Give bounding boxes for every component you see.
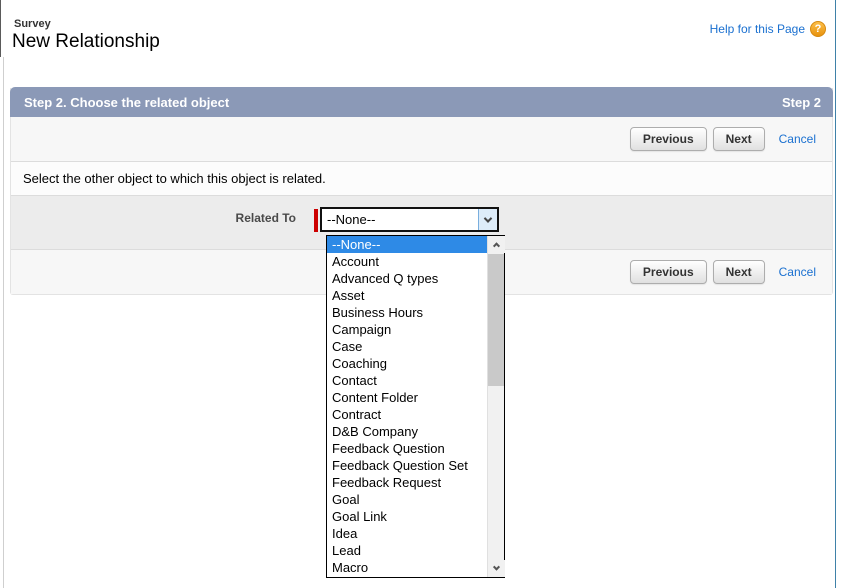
top-button-row: Previous Next Cancel (11, 117, 832, 162)
chevron-down-icon[interactable] (488, 560, 505, 577)
scrollbar-thumb[interactable] (488, 254, 504, 386)
page-title: New Relationship (12, 31, 160, 53)
help-for-this-page-link[interactable]: Help for this Page (710, 22, 805, 36)
chevron-up-icon[interactable] (488, 236, 505, 253)
dropdown-option[interactable]: Advanced Q types (327, 270, 487, 287)
dropdown-option[interactable]: Business Hours (327, 304, 487, 321)
cancel-link-bottom[interactable]: Cancel (779, 265, 816, 279)
dropdown-options: --None--AccountAdvanced Q typesAssetBusi… (327, 236, 487, 577)
required-indicator (314, 209, 318, 232)
window-left-edge-lower (3, 57, 4, 588)
breadcrumb: Survey (14, 18, 51, 30)
dropdown-option[interactable]: Case (327, 338, 487, 355)
dropdown-option[interactable]: --None-- (327, 236, 487, 253)
help-area: Help for this Page ? (710, 21, 826, 37)
chevron-down-glyph (484, 214, 492, 222)
window-left-edge (0, 0, 1, 57)
dropdown-option[interactable]: Goal Link (327, 508, 487, 525)
dropdown-option[interactable]: Macro (327, 559, 487, 576)
dropdown-option[interactable]: Content Folder (327, 389, 487, 406)
previous-button-top[interactable]: Previous (630, 127, 707, 151)
window-right-edge (835, 0, 836, 588)
dropdown-option[interactable]: Idea (327, 525, 487, 542)
related-to-label: Related To (11, 211, 296, 225)
next-button-bottom[interactable]: Next (713, 260, 765, 284)
dropdown-option[interactable]: Contract (327, 406, 487, 423)
previous-button-bottom[interactable]: Previous (630, 260, 707, 284)
cancel-link-top[interactable]: Cancel (779, 132, 816, 146)
next-button-top[interactable]: Next (713, 127, 765, 151)
instruction-row: Select the other object to which this ob… (11, 162, 832, 196)
chevron-down-icon[interactable] (478, 209, 497, 230)
dropdown-option[interactable]: Coaching (327, 355, 487, 372)
dropdown-option[interactable]: Asset (327, 287, 487, 304)
page: Survey New Relationship Help for this Pa… (0, 0, 842, 588)
dropdown-option[interactable]: Goal (327, 491, 487, 508)
dropdown-option[interactable]: Feedback Question Set (327, 457, 487, 474)
dropdown-option[interactable]: Campaign (327, 321, 487, 338)
dropdown-option[interactable]: Feedback Request (327, 474, 487, 491)
instruction-text: Select the other object to which this ob… (23, 171, 326, 186)
dropdown-option[interactable]: D&B Company (327, 423, 487, 440)
question-mark-icon[interactable]: ? (810, 21, 826, 37)
dropdown-scrollbar[interactable] (487, 236, 504, 577)
related-to-select[interactable]: --None-- (320, 207, 499, 232)
dropdown-option[interactable]: Contact (327, 372, 487, 389)
dropdown-option[interactable]: Account (327, 253, 487, 270)
dropdown-option[interactable]: Lead (327, 542, 487, 559)
related-to-select-value: --None-- (322, 212, 478, 227)
dropdown-option[interactable]: Feedback Question (327, 440, 487, 457)
step-header-title: Step 2. Choose the related object (24, 95, 229, 110)
step-header-bar: Step 2. Choose the related object Step 2 (10, 87, 833, 117)
step-header-step-label: Step 2 (782, 95, 821, 110)
related-to-dropdown-list: --None--AccountAdvanced Q typesAssetBusi… (326, 235, 505, 578)
